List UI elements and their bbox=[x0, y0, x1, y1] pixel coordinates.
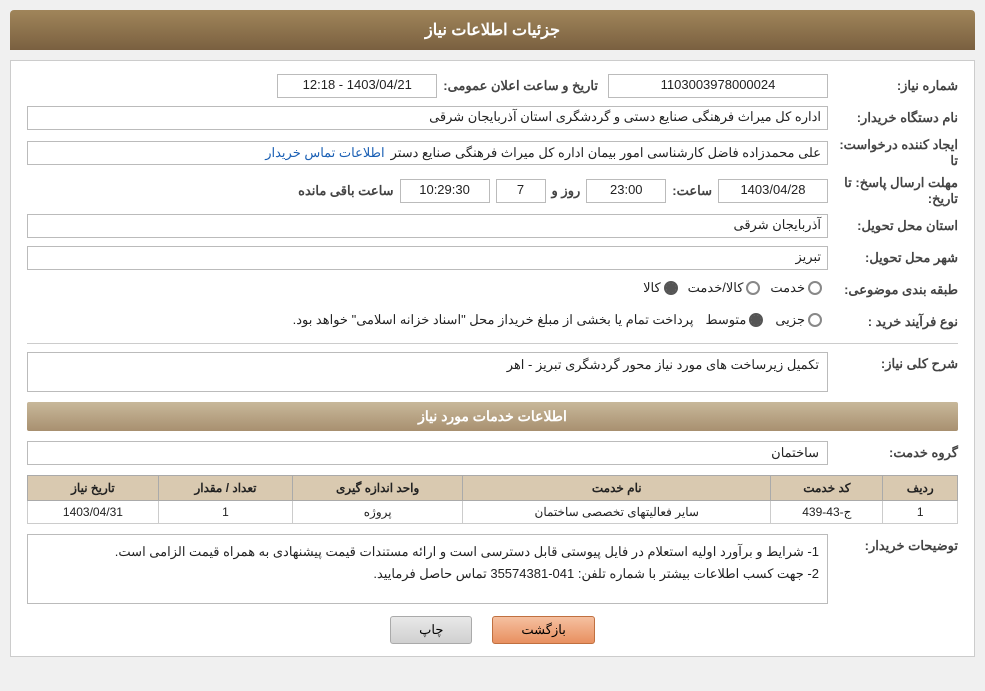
deadline-label: مهلت ارسال پاسخ: تا تاریخ: bbox=[828, 175, 958, 207]
col-header-unit: واحد اندازه گیری bbox=[293, 476, 463, 501]
city-value: تبریز bbox=[27, 246, 828, 270]
need-desc-label: شرح کلی نیاز: bbox=[828, 352, 958, 372]
buyer-org-value: اداره کل میراث فرهنگی صنایع دستی و گردشگ… bbox=[27, 106, 828, 130]
col-header-date: تاریخ نیاز bbox=[28, 476, 159, 501]
col-header-code: کد خدمت bbox=[771, 476, 883, 501]
province-value: آذربایجان شرقی bbox=[27, 214, 828, 238]
cell-unit: پروژه bbox=[293, 501, 463, 524]
deadline-time: 23:00 bbox=[586, 179, 666, 203]
deadline-remain-label: ساعت باقی مانده bbox=[298, 183, 393, 199]
need-desc-row: شرح کلی نیاز: تکمیل زیرساخت های مورد نیا… bbox=[27, 352, 958, 392]
creator-cell: علی محمدزاده فاضل کارشناسی امور بیمان اد… bbox=[27, 141, 828, 165]
page-header: جزئیات اطلاعات نیاز bbox=[10, 10, 975, 50]
cell-date: 1403/04/31 bbox=[28, 501, 159, 524]
need-number-value: 1103003978000024 bbox=[608, 74, 828, 98]
cell-row: 1 bbox=[883, 501, 958, 524]
process-radio-motavasset bbox=[749, 313, 763, 327]
print-button[interactable]: چاپ bbox=[390, 616, 472, 644]
creator-link[interactable]: اطلاعات تماس خریدار bbox=[265, 145, 384, 161]
need-desc-value: تکمیل زیرساخت های مورد نیاز محور گردشگری… bbox=[27, 352, 828, 392]
col-header-name: نام خدمت bbox=[463, 476, 771, 501]
col-header-count: تعداد / مقدار bbox=[158, 476, 292, 501]
notes-value: 1- شرایط و برآورد اولیه استعلام در فایل … bbox=[27, 534, 828, 604]
category-radio-kala bbox=[664, 281, 678, 295]
deadline-date: 1403/04/28 bbox=[718, 179, 828, 203]
divider-1 bbox=[27, 343, 958, 344]
service-group-row: گروه خدمت: ساختمان bbox=[27, 441, 958, 465]
notes-section: توضیحات خریدار: 1- شرایط و برآورد اولیه … bbox=[27, 534, 958, 604]
need-number-label: شماره نیاز: bbox=[828, 78, 958, 94]
category-radio-kala-khadamat bbox=[746, 281, 760, 295]
service-group-label: گروه خدمت: bbox=[828, 445, 958, 461]
deadline-time-label: ساعت: bbox=[672, 183, 712, 199]
process-row: جزیی متوسط پرداخت تمام یا بخشی از مبلغ خ… bbox=[27, 310, 828, 334]
cell-count: 1 bbox=[158, 501, 292, 524]
deadline-row: 1403/04/28 ساعت: 23:00 روز و 7 10:29:30 … bbox=[27, 179, 828, 203]
announce-label: تاریخ و ساعت اعلان عمومی: bbox=[443, 78, 598, 94]
city-label: شهر محل تحویل: bbox=[828, 250, 958, 266]
service-group-value: ساختمان bbox=[27, 441, 828, 465]
notes-line1: 1- شرایط و برآورد اولیه استعلام در فایل … bbox=[36, 541, 819, 563]
cell-name: سایر فعالیتهای تخصصی ساختمان bbox=[463, 501, 771, 524]
deadline-days: 7 bbox=[496, 179, 546, 203]
action-buttons: بازگشت چاپ bbox=[27, 616, 958, 644]
services-table: ردیف کد خدمت نام خدمت واحد اندازه گیری ت… bbox=[27, 475, 958, 524]
section2-title: اطلاعات خدمات مورد نیاز bbox=[27, 402, 958, 431]
process-radio-jozi bbox=[808, 313, 822, 327]
category-option-khadamat[interactable]: خدمت bbox=[770, 280, 822, 296]
creator-label: ایجاد کننده درخواست: تا bbox=[828, 137, 958, 169]
back-button[interactable]: بازگشت bbox=[492, 616, 594, 644]
notes-label: توضیحات خریدار: bbox=[828, 534, 958, 554]
process-option-jozi[interactable]: جزیی bbox=[775, 312, 822, 328]
category-label: طبقه بندی موضوعی: bbox=[828, 282, 958, 298]
notes-line2: 2- جهت کسب اطلاعات بیشتر با شماره تلفن: … bbox=[36, 563, 819, 585]
category-option-kala[interactable]: کالا bbox=[643, 280, 678, 296]
col-header-row: ردیف bbox=[883, 476, 958, 501]
category-option-kala-khadamat[interactable]: کالا/خدمت bbox=[688, 280, 761, 296]
buyer-org-label: نام دستگاه خریدار: bbox=[828, 110, 958, 126]
cell-code: ج-43-439 bbox=[771, 501, 883, 524]
province-label: استان محل تحویل: bbox=[828, 218, 958, 234]
table-row: 1ج-43-439سایر فعالیتهای تخصصی ساختمانپرو… bbox=[28, 501, 958, 524]
deadline-remain: 10:29:30 bbox=[400, 179, 490, 203]
process-label: نوع فرآیند خرید : bbox=[828, 314, 958, 330]
category-radio-khadamat bbox=[808, 281, 822, 295]
announce-value: 1403/04/21 - 12:18 bbox=[277, 74, 437, 98]
process-description: پرداخت تمام یا بخشی از مبلغ خریداز محل "… bbox=[33, 312, 693, 328]
process-option-motavasset[interactable]: متوسط bbox=[705, 312, 763, 328]
category-options: خدمت کالا/خدمت کالا bbox=[27, 278, 828, 302]
creator-value: علی محمدزاده فاضل کارشناسی امور بیمان اد… bbox=[391, 145, 821, 161]
deadline-days-label: روز و bbox=[552, 183, 581, 199]
